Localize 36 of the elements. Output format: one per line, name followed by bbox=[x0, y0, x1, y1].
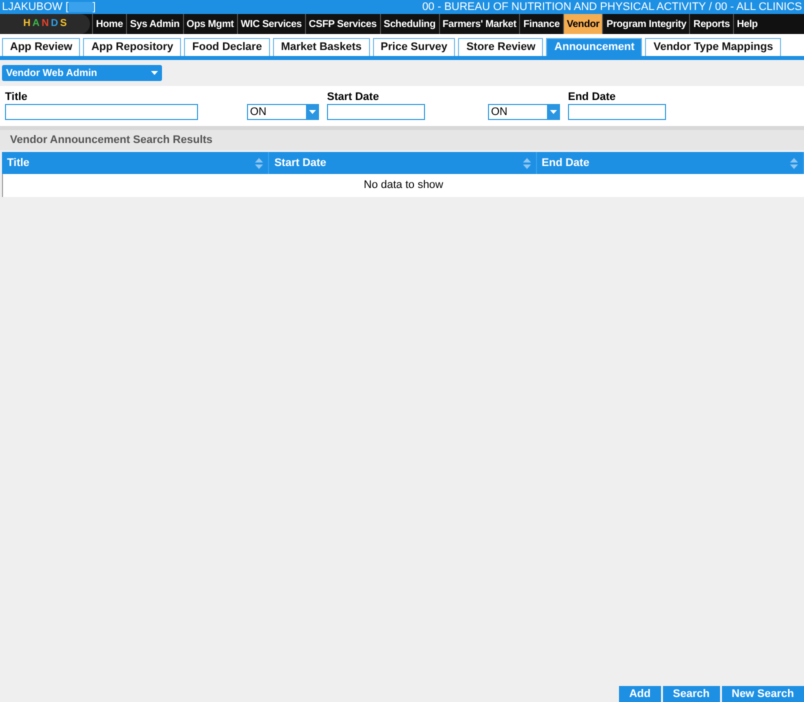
empty-message: No data to show bbox=[364, 178, 444, 194]
caret-icon bbox=[151, 71, 158, 75]
start-date-field[interactable] bbox=[327, 104, 425, 120]
field-label: End Date bbox=[568, 91, 617, 104]
user-name: LJAKUBOW bbox=[2, 0, 63, 14]
tab[interactable]: Price Survey bbox=[372, 38, 456, 56]
operator-value: ON bbox=[249, 105, 268, 119]
sort-icon bbox=[522, 158, 531, 168]
sort-icon bbox=[790, 158, 798, 168]
end-date-field[interactable] bbox=[568, 104, 666, 120]
logo-letter: A bbox=[32, 18, 40, 30]
operator-value: ON bbox=[490, 105, 508, 119]
caret-icon bbox=[308, 110, 316, 114]
results-title: Vendor Announcement Search Results bbox=[10, 132, 213, 148]
title-field[interactable] bbox=[5, 104, 198, 120]
field-label: Title bbox=[5, 91, 28, 104]
module-value: Vendor Web Admin bbox=[6, 66, 98, 80]
tab[interactable]: App Repository bbox=[83, 38, 182, 56]
agency-text: 00 - BUREAU OF NUTRITION AND PHYSICAL ACTIVITY / 00 - ALL CLINICS bbox=[422, 0, 802, 14]
tab[interactable]: Vendor Type Mappings bbox=[645, 38, 782, 56]
sort-icon bbox=[255, 158, 264, 168]
operator-select[interactable]: ON bbox=[488, 104, 560, 120]
logo-letter: D bbox=[50, 18, 58, 30]
tab[interactable]: Market Baskets bbox=[272, 38, 370, 56]
tab[interactable]: Store Review bbox=[458, 38, 544, 56]
tab[interactable]: Food Declare bbox=[184, 38, 270, 56]
bracket: [ bbox=[66, 0, 69, 14]
logo-letter: S bbox=[60, 18, 67, 30]
field-label: Start Date bbox=[327, 91, 380, 104]
caret-icon bbox=[550, 110, 556, 114]
bracket: ] bbox=[92, 0, 96, 14]
operator-select[interactable]: ON bbox=[247, 104, 319, 120]
logo-letter: H bbox=[23, 18, 30, 30]
logo-letter: N bbox=[42, 18, 49, 30]
tab[interactable]: App Review bbox=[2, 38, 80, 56]
nav-item[interactable]: Vendor bbox=[562, 14, 602, 34]
